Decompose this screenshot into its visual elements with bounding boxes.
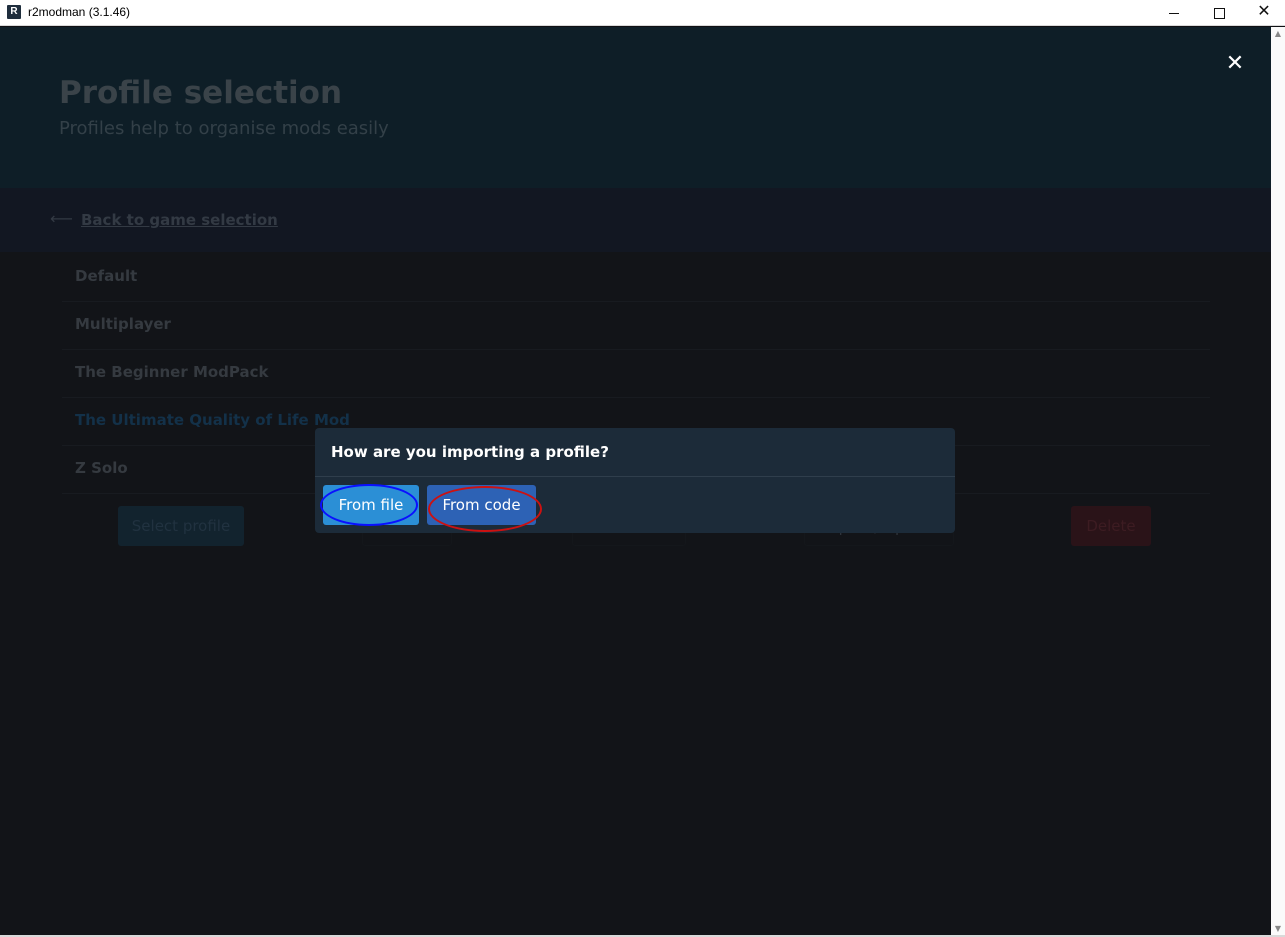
page-title: Profile selection	[59, 75, 343, 111]
divider	[315, 476, 955, 477]
window-title: r2modman (3.1.46)	[28, 5, 131, 19]
close-modal-button[interactable]: ✕	[1222, 51, 1248, 77]
maximize-button[interactable]	[1196, 0, 1242, 26]
scroll-down-icon[interactable]: ▼	[1271, 924, 1285, 933]
dialog-title: How are you importing a profile?	[331, 443, 609, 461]
minimize-button[interactable]	[1151, 0, 1197, 26]
page-header: Profile selection Profiles help to organ…	[0, 27, 1271, 188]
back-to-game-selection-link[interactable]: Back to game selection	[81, 211, 278, 229]
app-logo-icon: R	[7, 5, 21, 19]
window-close-button[interactable]: ✕	[1241, 0, 1285, 26]
select-profile-button[interactable]: Select profile	[118, 506, 244, 546]
page-subtitle: Profiles help to organise mods easily	[59, 118, 389, 139]
breadcrumb: ⟵ Back to game selection	[0, 188, 1271, 252]
scrollbar[interactable]: ▲ ▼	[1271, 27, 1285, 935]
import-profile-dialog: How are you importing a profile? From fi…	[315, 428, 955, 533]
from-code-label: From code	[442, 496, 521, 514]
list-item[interactable]: The Beginner ModPack	[62, 350, 1210, 398]
delete-button[interactable]: Delete	[1071, 506, 1151, 546]
from-file-button[interactable]: From file	[320, 484, 419, 526]
scroll-up-icon[interactable]: ▲	[1271, 29, 1285, 38]
minimize-icon	[1169, 12, 1179, 14]
window-titlebar: R r2modman (3.1.46) ✕	[0, 0, 1285, 26]
from-file-label: From file	[338, 496, 404, 514]
list-item[interactable]: Multiplayer	[62, 302, 1210, 350]
from-code-button[interactable]: From code	[427, 485, 542, 532]
back-arrow-icon: ⟵	[50, 209, 73, 228]
maximize-icon	[1213, 7, 1225, 19]
list-item[interactable]: Default	[62, 254, 1210, 302]
